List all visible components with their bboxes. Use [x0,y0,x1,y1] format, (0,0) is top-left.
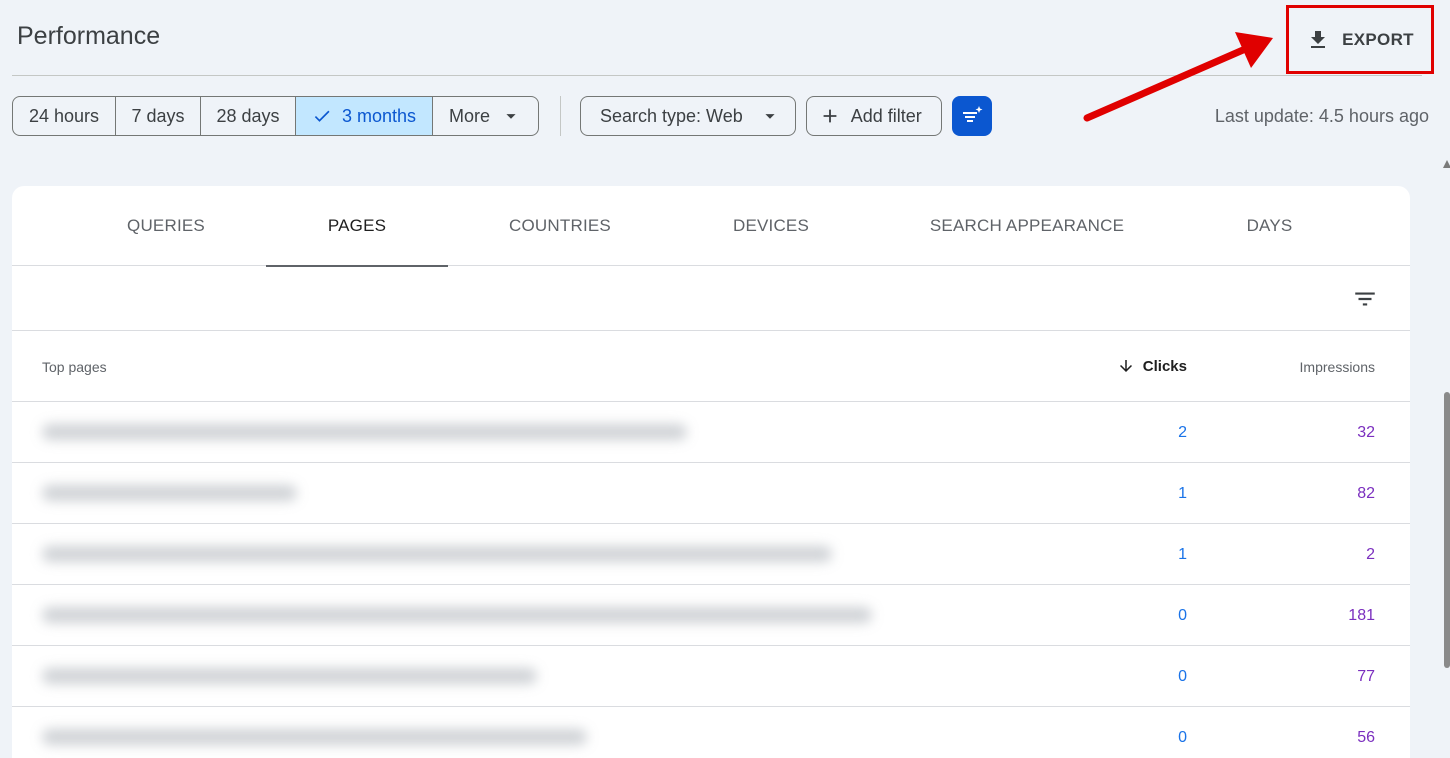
impressions-value: 181 [1348,607,1375,624]
clicks-value: 0 [1178,668,1187,685]
tab-countries[interactable]: COUNTRIES [472,186,648,266]
clicks-header-label: Clicks [1142,357,1187,375]
dimension-tabs: QUERIES PAGES COUNTRIES DEVICES SEARCH A… [12,186,1410,267]
range-label: 24 hours [28,105,100,126]
table-row[interactable]: 0 181 [12,585,1410,646]
impressions-value: 32 [1357,424,1375,441]
search-type-dropdown[interactable]: Search type: Web [580,96,796,136]
range-label: 28 days [216,105,280,126]
range-7-days-button[interactable]: 7 days [116,97,201,135]
clicks-value: 1 [1178,485,1187,502]
redacted-page-url [42,485,297,501]
export-label: EXPORT [1342,29,1414,49]
tab-label: DEVICES [732,216,810,235]
tab-search-appearance[interactable]: SEARCH APPEARANCE [902,186,1152,266]
redacted-page-url [42,607,872,623]
range-24-hours-button[interactable]: 24 hours [13,97,116,135]
column-header-pages: Top pages [42,359,107,375]
arrow-down-icon [1119,360,1132,372]
scrollbar-thumb[interactable] [1444,392,1450,668]
report-card: QUERIES PAGES COUNTRIES DEVICES SEARCH A… [12,186,1410,758]
tab-label: QUERIES [127,216,205,235]
tab-label: DAYS [1246,216,1293,235]
table-row[interactable]: 1 82 [12,463,1410,524]
download-icon [1311,30,1326,48]
table-toolbar [12,266,1410,331]
table-row[interactable]: 2 32 [12,402,1410,463]
page-scrollbar[interactable] [1442,156,1450,758]
table-row[interactable]: 0 56 [12,707,1410,758]
page-title: Performance [17,22,161,50]
compare-button[interactable] [951,96,992,136]
table-row[interactable]: 1 2 [12,524,1410,585]
column-header-impressions[interactable]: Impressions [1300,359,1375,375]
check-icon [314,110,330,122]
tab-label: SEARCH APPEARANCE [929,216,1125,235]
redacted-page-url [42,729,587,745]
redacted-page-url [42,668,537,684]
tab-label: COUNTRIES [509,216,611,235]
range-label: 3 months [341,105,417,126]
clicks-value: 2 [1178,424,1187,441]
clicks-value: 0 [1178,607,1187,624]
filter-bar: 24 hours 7 days 28 days 3 months More Se… [12,96,992,136]
impressions-value: 56 [1357,729,1375,746]
scroll-up-icon[interactable] [1443,160,1450,168]
range-label: 7 days [131,105,185,126]
plus-icon [823,109,837,123]
table-row[interactable]: 0 77 [12,646,1410,707]
more-label: More [448,105,490,126]
range-more-button[interactable]: More [433,97,538,135]
filter-rows-icon[interactable] [1352,286,1378,312]
table-header: Top pages Clicks Impressions [12,331,1410,402]
tab-queries[interactable]: QUERIES [80,186,252,266]
impressions-value: 82 [1357,485,1375,502]
add-filter-label: Add filter [850,105,922,126]
redacted-page-url [42,424,687,440]
add-filter-button[interactable]: Add filter [805,96,942,136]
caret-down-icon [506,114,516,119]
search-type-label: Search type: Web [600,105,743,126]
tab-pages[interactable]: PAGES [266,186,448,267]
date-range-group: 24 hours 7 days 28 days 3 months More [12,96,539,136]
impressions-value: 77 [1357,668,1375,685]
column-header-clicks[interactable]: Clicks [1117,357,1187,375]
tab-days[interactable]: DAYS [1202,186,1337,266]
range-3-months-button[interactable]: 3 months [296,97,433,135]
divider [560,96,561,136]
clicks-value: 0 [1178,729,1187,746]
compare-sparkle-icon [962,106,983,122]
tab-label: PAGES [327,216,387,235]
caret-down-icon [765,114,775,119]
range-28-days-button[interactable]: 28 days [201,97,296,135]
clicks-value: 1 [1178,546,1187,563]
last-update-text: Last update: 4.5 hours ago [1214,106,1429,126]
impressions-value: 2 [1366,546,1375,563]
export-button[interactable]: EXPORT [1286,5,1434,74]
redacted-page-url [42,546,832,562]
tab-devices[interactable]: DEVICES [692,186,850,266]
